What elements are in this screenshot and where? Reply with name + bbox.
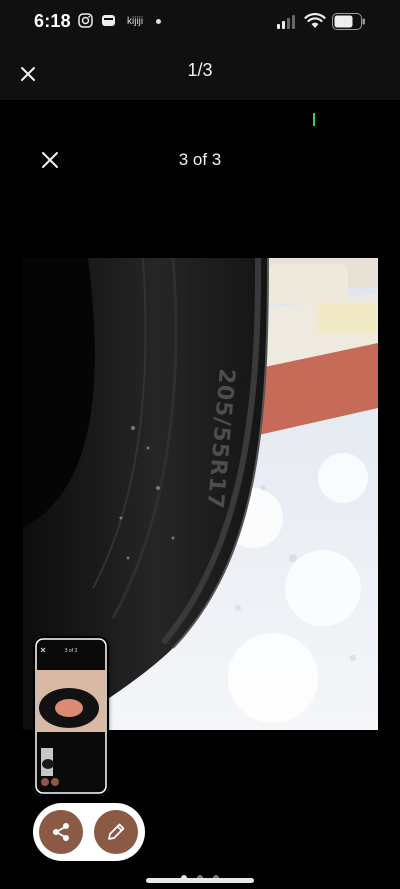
gallery-counter: 3 of 3 — [178, 150, 222, 169]
top-nav-bar: 1/3 — [0, 44, 400, 100]
status-bar: 6:18 kijiji — [0, 0, 400, 44]
image-counter: 1/3 — [187, 60, 213, 80]
kijiji-label: kijiji — [127, 16, 144, 27]
signal-icon — [277, 15, 295, 29]
share-button[interactable] — [39, 810, 83, 854]
thumbnail-preview[interactable]: 3 of 3 — [33, 636, 109, 796]
wallet-icon — [102, 15, 115, 26]
edit-button[interactable] — [94, 810, 138, 854]
battery-icon — [332, 13, 365, 30]
share-icon — [53, 823, 69, 841]
page-indicator[interactable] — [0, 868, 400, 881]
notification-dot-icon — [156, 19, 161, 24]
pencil-icon — [108, 823, 125, 840]
instagram-icon — [78, 13, 93, 28]
home-indicator[interactable] — [146, 878, 254, 883]
wifi-icon — [304, 13, 326, 28]
gallery-header: 3 of 3 — [0, 140, 400, 180]
green-indicator — [313, 113, 315, 126]
status-time: 6:18 — [34, 11, 71, 31]
action-bar — [33, 803, 145, 861]
thumbnail-counter: 3 of 3 — [65, 648, 78, 654]
